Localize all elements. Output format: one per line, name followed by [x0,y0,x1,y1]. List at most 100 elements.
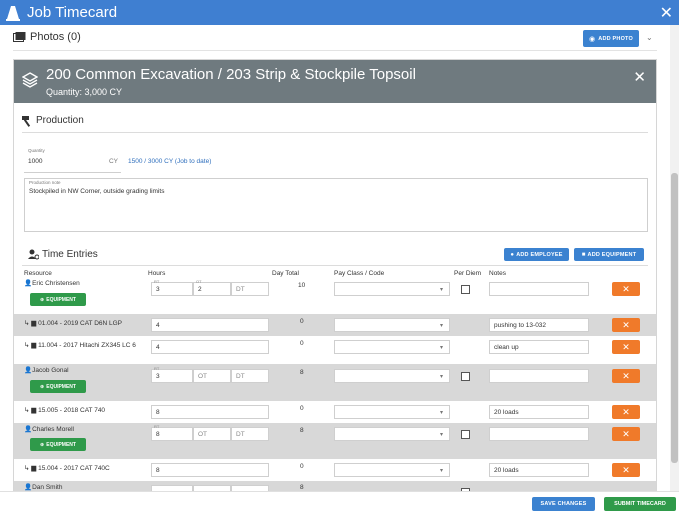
pay-class-select[interactable]: ▾ [334,282,450,296]
equipment-name: ↳ ▆ 01.004 - 2019 CAT D6N LGP [24,320,123,327]
col-hours: Hours [148,270,166,277]
col-day-total: Day Total [272,270,299,277]
ot-hours-input[interactable]: OT [193,427,231,441]
table-row: 👤Eric Christensen ⊕ EQUIPMENT RT 3 OT 2 DT … [14,278,656,314]
remove-row-button[interactable]: ✕ [612,463,640,477]
employee-name: 👤Charles Morell [24,426,74,433]
caret-down-icon: ▾ [439,432,443,438]
pay-class-select[interactable]: ▾ [334,427,450,441]
ot-hours-input[interactable]: OT [193,369,231,383]
table-row: 👤Charles Morell ⊕ EQUIPMENT RT 8 OT DT 8 ▾… [14,423,656,459]
reg-hours-input[interactable]: RT 8 [151,424,193,441]
pay-class-select[interactable]: ▾ [334,369,450,383]
user-icon: 👤 [24,484,33,491]
add-photo-button[interactable]: ◉ ADD PHOTO [583,30,639,47]
per-diem-checkbox[interactable] [461,285,470,294]
card-header: 200 Common Excavation / 203 Strip & Stoc… [14,60,656,103]
footer-bar: SAVE CHANGES SUBMIT TIMECARD [0,491,679,512]
hours-input[interactable]: 8 [151,405,269,419]
time-entries-divider [22,265,648,266]
notes-input[interactable]: 20 loads [489,405,589,419]
truck-icon: ▆ [31,342,37,349]
col-notes: Notes [489,270,506,277]
pay-class-select[interactable]: ▾ [334,463,450,477]
notes-input[interactable] [489,369,589,383]
remove-row-button[interactable]: ✕ [612,405,640,419]
window-titlebar: Job Timecard ✕ [0,0,679,25]
reg-hours-input[interactable]: RT 3 [151,279,193,296]
equipment-name: ↳ ▆ 15.004 - 2017 CAT 740C [24,465,110,472]
camera-icon: ◉ [588,35,596,43]
caret-down-icon: ▾ [439,287,443,293]
hours-input[interactable]: 4 [151,340,269,354]
ot-hours-input[interactable]: OT 2 [193,279,231,296]
cost-code-card: 200 Common Excavation / 203 Strip & Stoc… [13,59,657,491]
remove-row-button[interactable]: ✕ [612,369,640,383]
equipment-button[interactable]: ⊕ EQUIPMENT [30,438,86,451]
add-equipment-button[interactable]: ■ ADD EQUIPMENT [574,248,644,261]
hammer-icon [22,116,31,127]
remove-row-button[interactable]: ✕ [612,318,640,332]
dt-hours-input[interactable]: DT [231,282,269,296]
table-row: 👤Jacob Gonal ⊕ EQUIPMENT RT 3 OT DT 8 ▾ ✕ [14,364,656,401]
pay-class-select[interactable]: ▾ [334,340,450,354]
card-close-icon[interactable]: ✕ [633,68,646,86]
plus-circle-icon: ⊕ [40,383,45,390]
traffic-cone-icon [6,5,20,21]
remove-row-button[interactable]: ✕ [612,427,640,441]
truck-icon: ▆ [31,320,37,327]
hours-input[interactable]: 4 [151,318,269,332]
layers-icon [22,72,38,88]
time-entries-title: Time Entries [42,249,98,260]
user-icon: 👤 [24,367,33,374]
per-diem-checkbox[interactable] [461,372,470,381]
window-title: Job Timecard [27,4,118,21]
day-total: 0 [300,340,304,347]
reg-hours-input[interactable]: RT 3 [151,366,193,383]
notes-input[interactable] [489,282,589,296]
remove-row-button[interactable]: ✕ [612,282,640,296]
users-clock-icon [28,249,39,260]
scrollbar[interactable] [670,25,679,491]
plus-circle-icon: ⊕ [40,441,45,448]
notes-input[interactable]: clean up [489,340,589,354]
card-title: 200 Common Excavation / 203 Strip & Stoc… [46,66,416,83]
col-pay-class: Pay Class / Code [334,270,385,277]
table-row: ↳ ▆ 15.005 - 2018 CAT 740 8 0 ▾ 20 loads… [14,401,656,423]
photos-icon [13,32,26,42]
equipment-button[interactable]: ⊕ EQUIPMENT [30,380,86,393]
save-changes-button[interactable]: SAVE CHANGES [532,497,595,511]
quantity-field[interactable]: Quantity 1000 CY [24,146,121,173]
notes-input[interactable] [489,427,589,441]
equipment-button[interactable]: ⊕ EQUIPMENT [30,293,86,306]
caret-down-icon: ▾ [439,374,443,380]
employee-name: 👤Eric Christensen [24,280,80,287]
dt-hours-input[interactable]: DT [231,427,269,441]
col-per-diem: Per Diem [454,270,482,277]
photos-label: Photos (0) [30,31,81,43]
window-close-icon[interactable]: ✕ [660,3,673,23]
pay-class-select[interactable]: ▾ [334,405,450,419]
submit-timecard-button[interactable]: SUBMIT TIMECARD [604,497,676,511]
photos-section: Photos (0) ◉ ADD PHOTO ⌄ [13,29,657,51]
dt-hours-input[interactable]: DT [231,369,269,383]
col-resource: Resource [24,270,52,277]
add-employee-button[interactable]: ● ADD EMPLOYEE [504,248,569,261]
hours-input[interactable]: 8 [151,463,269,477]
day-total: 0 [300,318,304,325]
remove-row-button[interactable]: ✕ [612,340,640,354]
table-row: ↳ ▆ 15.004 - 2017 CAT 740C 8 0 ▾ 20 load… [14,459,656,481]
chevron-down-icon[interactable]: ⌄ [646,33,653,42]
per-diem-checkbox[interactable] [461,430,470,439]
scrollbar-thumb[interactable] [671,173,678,463]
notes-input[interactable]: pushing to 13-032 [489,318,589,332]
notes-input[interactable]: 20 loads [489,463,589,477]
employee-name: 👤Jacob Gonal [24,367,69,374]
table-row: 👤Dan Smith 8 [14,481,656,491]
day-total: 8 [300,369,304,376]
day-total: 0 [300,463,304,470]
equipment-name: ↳ ▆ 11.004 - 2017 Hitachi ZX345 LC 6 [24,342,136,349]
production-notes-field[interactable]: Production note Stockpiled in NW Corner,… [24,178,648,232]
day-total: 8 [300,484,304,491]
pay-class-select[interactable]: ▾ [334,318,450,332]
